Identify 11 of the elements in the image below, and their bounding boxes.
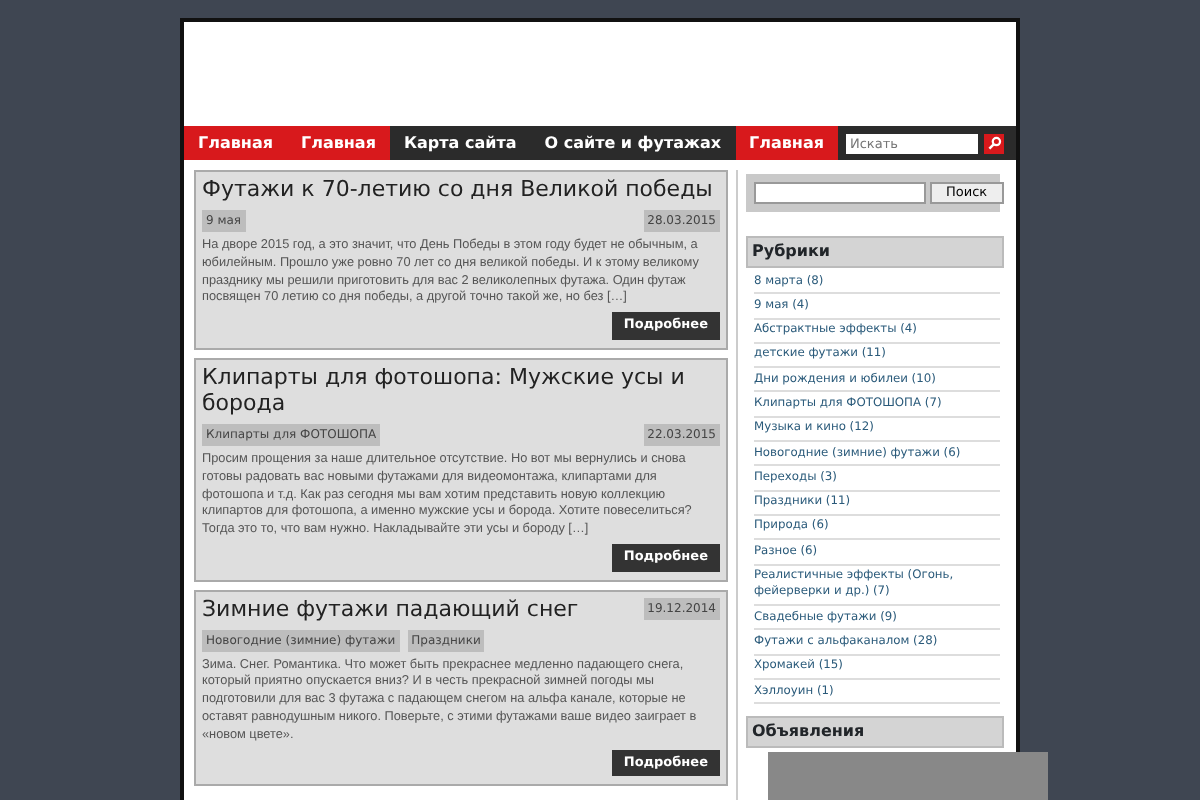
- nav-link[interactable]: Главная: [286, 126, 390, 160]
- widget-title: Рубрики: [746, 236, 1004, 268]
- search-icon: [987, 136, 1001, 150]
- nav-link[interactable]: Главная: [184, 126, 287, 160]
- post-title[interactable]: Футажи к 70-летию со дня Великой победы: [202, 176, 713, 202]
- post-title[interactable]: Клипарты для фотошопа: Мужские усы и борода: [202, 363, 720, 416]
- nav-link[interactable]: Главная: [735, 126, 838, 160]
- post-title[interactable]: Зимние футажи падающий снег: [202, 595, 579, 622]
- widget-title: Объявления: [746, 716, 1004, 749]
- search-button[interactable]: [984, 133, 1004, 153]
- search-field[interactable]: [754, 182, 926, 204]
